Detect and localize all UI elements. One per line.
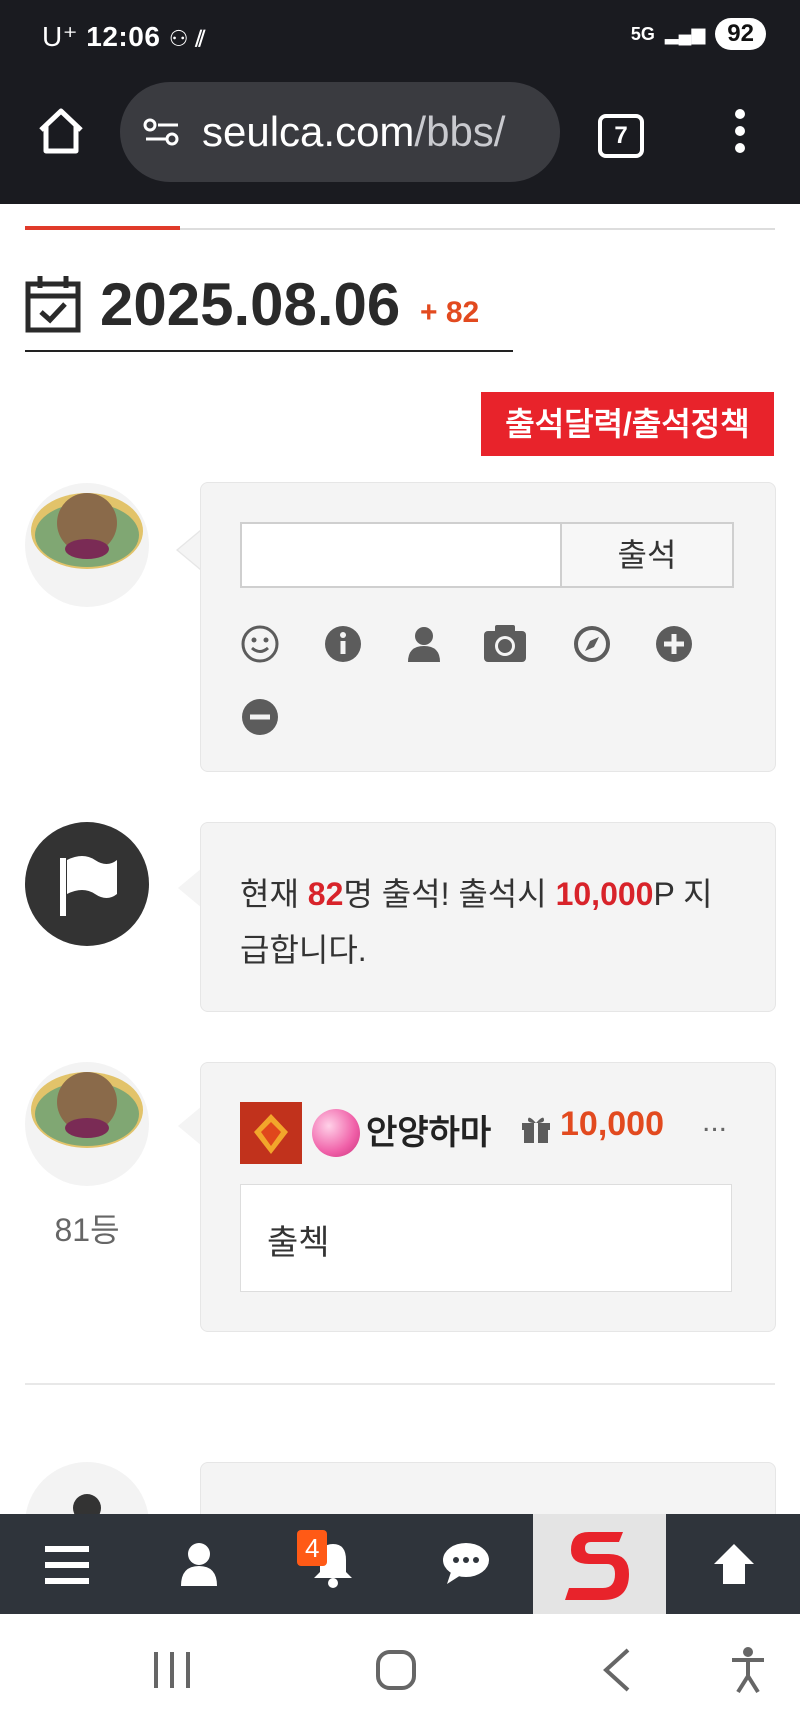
browser-toolbar: seulca.com/bbs/ 7 (0, 76, 800, 204)
attendance-notice: 현재 82명 출석! 출석시 10,000P 지급합니다. (240, 866, 720, 978)
level-badge-icon (240, 1102, 302, 1164)
pink-gem-icon (312, 1109, 360, 1157)
accessibility-icon[interactable] (728, 1646, 768, 1694)
cat-avatar-image (31, 1072, 143, 1148)
bubble-arrow (178, 1106, 202, 1146)
smile-icon[interactable] (240, 624, 280, 669)
carrier-label: U⁺ (42, 21, 78, 52)
entry-divider (25, 1383, 775, 1385)
notification-badge: 4 (297, 1530, 328, 1566)
site-logo-button[interactable] (533, 1514, 666, 1614)
bubble-arrow (178, 530, 202, 570)
notice-text: 명 출석! 출석시 (343, 876, 556, 912)
attendee-count: 82 (307, 876, 344, 912)
back-icon[interactable] (602, 1648, 632, 1692)
network-label: 5G (630, 23, 655, 44)
chat-button[interactable] (399, 1514, 532, 1614)
battery-indicator: 92 (715, 18, 766, 50)
chat-icon (443, 1543, 489, 1584)
tab-switcher-button[interactable]: 7 (598, 114, 644, 158)
flag-icon (60, 856, 117, 916)
profile-button[interactable] (133, 1514, 266, 1614)
status-time: U⁺ 12:06 ⚇ ⫽ (42, 20, 206, 53)
site-settings-icon[interactable] (142, 117, 182, 147)
plus-circle-icon[interactable] (654, 624, 694, 669)
status-icons: ⚇ ⫽ (168, 26, 206, 51)
compass-icon[interactable] (572, 624, 612, 669)
status-bar: U⁺ 12:06 ⚇ ⫽ 5G ▂▄▆ 92 (0, 0, 800, 76)
date-header: 2025.08.06 + 82 (25, 270, 513, 352)
entry-points: 10,000 (560, 1105, 664, 1143)
url-path: /bbs/ (414, 108, 506, 155)
home-nav-icon[interactable] (374, 1648, 418, 1692)
entry-avatar[interactable] (25, 1062, 149, 1186)
calendar-check-icon (25, 276, 81, 333)
more-menu-button[interactable]: ... (702, 1105, 727, 1139)
gift-icon (520, 1114, 552, 1149)
bottom-navigation (0, 1514, 800, 1614)
comment-box: 출첵 (240, 1184, 732, 1292)
address-bar[interactable]: seulca.com/bbs/ (120, 82, 560, 182)
comment-text: 출첵 (267, 1224, 330, 1262)
arrow-up-icon (714, 1544, 754, 1584)
user-icon (181, 1543, 217, 1586)
menu-button[interactable] (0, 1514, 133, 1614)
section-divider (25, 226, 775, 230)
avatar (25, 483, 149, 607)
info-icon[interactable] (323, 624, 363, 669)
minus-circle-icon[interactable] (240, 697, 280, 742)
clock: 12:06 (86, 21, 161, 52)
more-options-icon[interactable] (730, 108, 750, 154)
bubble-arrow (178, 868, 202, 908)
site-logo-icon (565, 1532, 629, 1600)
status-right: 5G ▂▄▆ 92 (631, 18, 766, 50)
scroll-top-button[interactable] (666, 1514, 799, 1614)
reward-points: 10,000 (555, 876, 654, 912)
cat-avatar-image (31, 493, 143, 569)
notice-text: 현재 (240, 876, 308, 912)
camera-icon[interactable] (482, 622, 528, 669)
user-icon[interactable] (404, 624, 444, 669)
system-navigation (0, 1614, 800, 1734)
recent-apps-icon[interactable] (150, 1650, 194, 1690)
signal-icon: ▂▄▆ (664, 23, 706, 44)
home-icon[interactable] (36, 106, 86, 156)
attendance-increment: + 82 (420, 296, 480, 329)
username[interactable]: 안양하마 (366, 1105, 491, 1154)
url-host: seulca.com (202, 108, 415, 155)
attendance-input[interactable]: 출석 (240, 522, 734, 588)
notice-avatar (25, 822, 149, 946)
attendance-date: 2025.08.06 (100, 271, 401, 338)
notifications-button[interactable] (266, 1514, 399, 1614)
rank-label: 81등 (54, 1212, 120, 1248)
attendance-submit-button[interactable]: 출석 (560, 524, 732, 586)
menu-icon (45, 1546, 89, 1584)
attendance-calendar-button[interactable]: 출석달력/출석정책 (481, 392, 774, 456)
